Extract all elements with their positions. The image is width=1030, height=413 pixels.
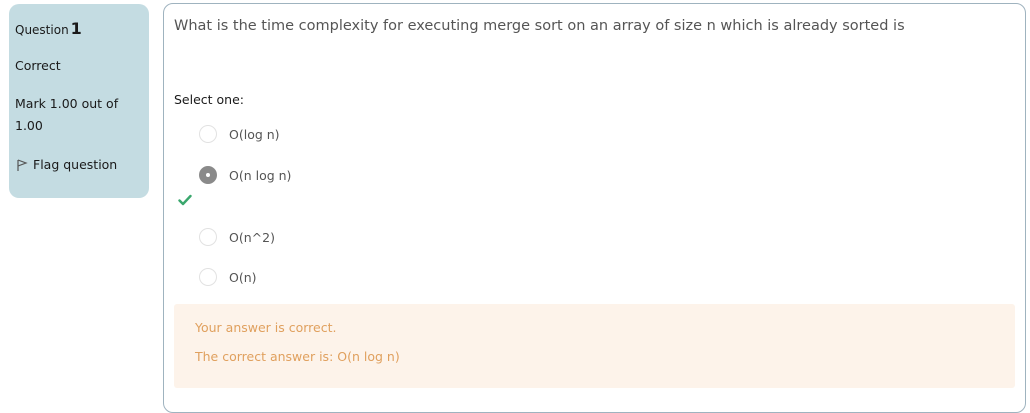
answer-option-b[interactable]: O(n log n) xyxy=(199,166,291,184)
answer-option-c[interactable]: O(n^2) xyxy=(199,228,275,246)
radio-button-b-selected[interactable] xyxy=(199,166,217,184)
answer-option-d[interactable]: O(n) xyxy=(199,268,257,286)
flag-question-link[interactable]: Flag question xyxy=(15,157,143,172)
feedback-box: Your answer is correct. The correct answ… xyxy=(174,304,1015,388)
question-state: Correct xyxy=(15,58,61,73)
question-label-text: Question xyxy=(15,23,69,37)
radio-button-c[interactable] xyxy=(199,228,217,246)
answer-option-a[interactable]: O(log n) xyxy=(199,125,280,143)
feedback-result: Your answer is correct. xyxy=(195,320,337,335)
flag-icon xyxy=(17,158,28,171)
radio-button-d[interactable] xyxy=(199,268,217,286)
answer-option-label: O(n) xyxy=(229,269,257,285)
question-number-label: Question 1 xyxy=(15,18,143,40)
question-content: What is the time complexity for executin… xyxy=(163,3,1026,413)
select-one-prompt: Select one: xyxy=(174,92,245,107)
radio-button-a[interactable] xyxy=(199,125,217,143)
question-number: 1 xyxy=(70,19,82,38)
question-info-panel: Question 1 Correct Mark 1.00 out of 1.00 … xyxy=(9,4,149,198)
correct-check-icon xyxy=(178,194,192,206)
answer-option-label: O(n^2) xyxy=(229,229,275,245)
answer-option-label: O(n log n) xyxy=(229,167,292,183)
feedback-correct-answer: The correct answer is: O(n log n) xyxy=(195,349,400,364)
question-text: What is the time complexity for executin… xyxy=(174,18,905,34)
answer-option-label: O(log n) xyxy=(229,126,280,142)
question-grade: Mark 1.00 out of 1.00 xyxy=(15,96,119,133)
flag-question-label: Flag question xyxy=(33,157,118,172)
